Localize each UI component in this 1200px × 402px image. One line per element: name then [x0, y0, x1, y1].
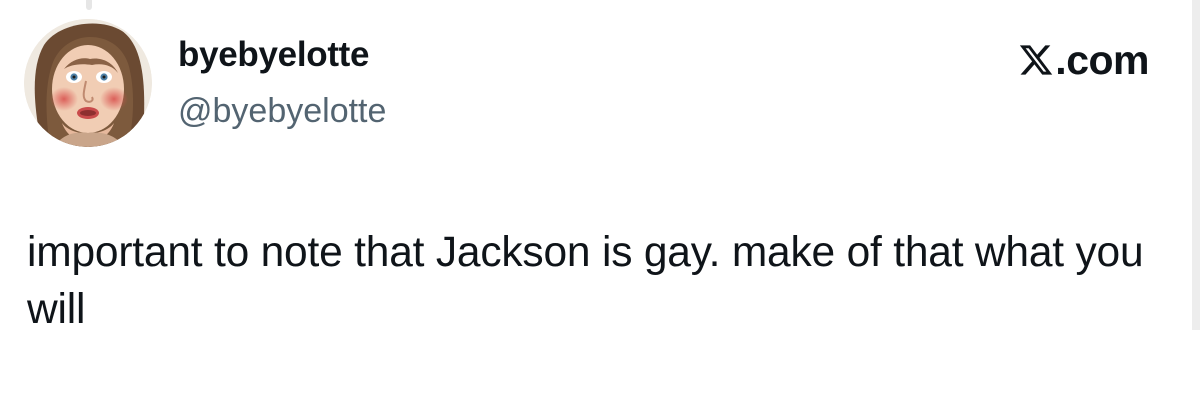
scrollbar[interactable] [1192, 0, 1200, 330]
portrait-avatar-icon [24, 19, 152, 147]
post-text: important to note that Jackson is gay. m… [27, 229, 1144, 333]
x-logo-icon [1020, 45, 1053, 75]
avatar[interactable] [24, 19, 152, 147]
thread-connector [86, 0, 92, 10]
user-handle[interactable]: @byebyelotte [178, 92, 386, 131]
post-card: byebyelotte @byebyelotte .com important … [0, 0, 1200, 402]
display-name[interactable]: byebyelotte [178, 35, 370, 75]
brand-domain-text: .com [1055, 37, 1149, 83]
x-com-brand: .com [1018, 38, 1149, 82]
